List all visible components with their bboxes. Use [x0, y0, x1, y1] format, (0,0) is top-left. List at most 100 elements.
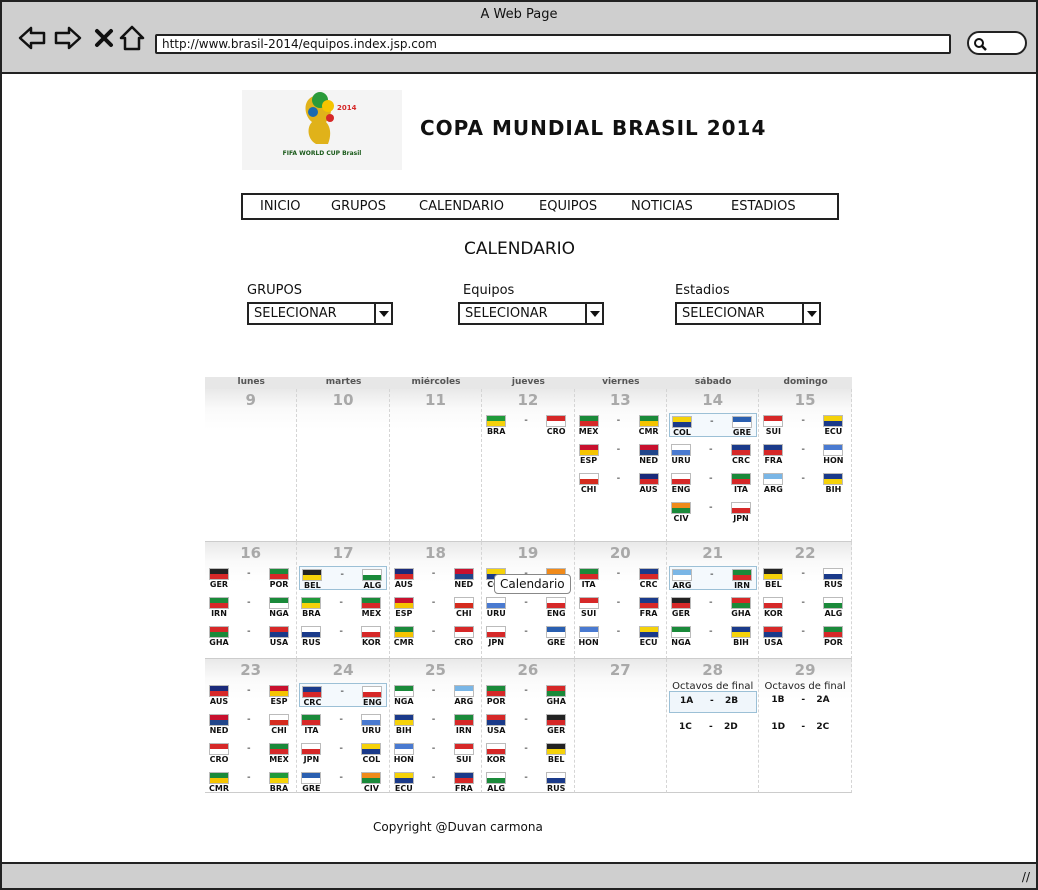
- calendar-day-cell[interactable]: 9: [205, 389, 298, 542]
- nav-inicio[interactable]: INICIO: [260, 199, 301, 214]
- match-row[interactable]: GER POR -: [207, 566, 295, 590]
- calendar-day-cell[interactable]: 11: [389, 389, 483, 542]
- calendar-day-cell[interactable]: 25 NGA ARG - BIH IRN - HON SUI - ECU FRA -: [389, 659, 483, 794]
- calendar-day-cell[interactable]: 13 MEX CMR - ESP NED - CHI AUS -: [574, 389, 667, 542]
- match-row[interactable]: KOR ALG -: [761, 595, 849, 619]
- match-row[interactable]: ESP NED -: [577, 442, 665, 466]
- dropdown-arrow-icon[interactable]: [374, 304, 391, 323]
- resize-grip-icon[interactable]: //: [1022, 870, 1030, 884]
- match-row[interactable]: CIV JPN -: [669, 500, 757, 524]
- match-row[interactable]: NGA BIH -: [669, 624, 757, 648]
- dropdown-arrow-icon[interactable]: [585, 304, 602, 323]
- knockout-match[interactable]: 1C - 2D: [669, 718, 757, 740]
- calendar-day-cell[interactable]: 26 POR GHA - USA GER - KOR BEL - ALG RUS -: [482, 659, 575, 794]
- calendar-day-cell[interactable]: 22 BEL RUS - KOR ALG - USA POR -: [759, 542, 852, 659]
- browser-window: A Web Page http://www.brasil-2014/equipo…: [0, 0, 1038, 890]
- home-icon[interactable]: [118, 24, 146, 52]
- match-row[interactable]: SUI ECU -: [761, 413, 849, 437]
- back-arrow-icon[interactable]: [18, 24, 46, 52]
- match-row[interactable]: HON ECU -: [577, 624, 665, 648]
- match-row[interactable]: ECU FRA -: [392, 770, 480, 794]
- calendar-day-cell[interactable]: 10: [297, 389, 390, 542]
- match-row[interactable]: ARG BIH -: [761, 471, 849, 495]
- match-row[interactable]: CMR CRO -: [392, 624, 480, 648]
- match-row[interactable]: USA POR -: [761, 624, 849, 648]
- match-row[interactable]: SUI FRA -: [577, 595, 665, 619]
- calendar-day-cell[interactable]: 14 COL GRE - URU CRC - ENG ITA - CIV JPN -: [667, 389, 760, 542]
- versus-dash: -: [616, 597, 621, 608]
- match-row[interactable]: URU ENG -: [484, 595, 572, 619]
- match-row[interactable]: JPN COL -: [299, 741, 387, 765]
- nav-equipos[interactable]: EQUIPOS: [539, 199, 597, 214]
- match-row[interactable]: POR GHA -: [484, 683, 572, 707]
- match-row[interactable]: USA GER -: [484, 712, 572, 736]
- match-row[interactable]: CRO MEX -: [207, 741, 295, 765]
- knockout-match[interactable]: 1D -2C: [761, 718, 849, 740]
- calendar-day-cell[interactable]: 20 ITA CRC - SUI FRA - HON ECU -: [574, 542, 667, 659]
- grupos-select[interactable]: SELECIONAR: [247, 302, 393, 325]
- team-flag-icon: [763, 568, 784, 580]
- nav-noticias[interactable]: NOTICIAS: [631, 199, 693, 214]
- calendar-day-cell[interactable]: 19COLCIV-URUENG-JPNGRE-: [482, 542, 575, 659]
- team-flag-icon: [638, 473, 659, 485]
- estadios-select[interactable]: SELECIONAR: [675, 302, 821, 325]
- calendar-day-cell[interactable]: 17 BEL ALG - BRA MEX - RUS KOR -: [297, 542, 390, 659]
- close-x-icon[interactable]: [90, 24, 118, 52]
- match-row[interactable]: GER GHA -: [669, 595, 757, 619]
- match-row[interactable]: AUS NED -: [392, 566, 480, 590]
- match-row[interactable]: CMR BRA -: [207, 770, 295, 794]
- calendar-day-cell[interactable]: 23 AUS ESP - NED CHI - CRO MEX - CMR BRA -: [205, 659, 298, 794]
- match-row[interactable]: CHI AUS -: [577, 471, 665, 495]
- match-row[interactable]: BRA MEX -: [299, 595, 387, 619]
- team-code: ALG: [824, 609, 843, 618]
- match-row[interactable]: GRE CIV -: [299, 770, 387, 794]
- match-row[interactable]: BIH IRN -: [392, 712, 480, 736]
- match-row[interactable]: COL GRE -: [669, 413, 757, 437]
- calendar-day-cell[interactable]: 21 ARG IRN - GER GHA - NGA BIH -: [667, 542, 760, 659]
- calendar-day-cell[interactable]: 29 Octavos de final 1B -2A 1D -2C: [759, 659, 852, 793]
- match-row[interactable]: URU CRC -: [669, 442, 757, 466]
- match-row[interactable]: ALG RUS -: [484, 770, 572, 794]
- dropdown-arrow-icon[interactable]: [802, 304, 819, 323]
- calendar-day-cell[interactable]: 16 GER POR - IRN NGA - GHA USA -: [205, 542, 298, 659]
- match-row[interactable]: HON SUI -: [392, 741, 480, 765]
- match-row[interactable]: BEL ALG -: [299, 566, 388, 590]
- address-bar[interactable]: http://www.brasil-2014/equipos.index.jsp…: [155, 34, 951, 54]
- match-row[interactable]: GHA USA -: [207, 624, 295, 648]
- nav-grupos[interactable]: GRUPOS: [331, 199, 386, 214]
- match-row[interactable]: KOR BEL -: [484, 741, 572, 765]
- calendar-day-cell[interactable]: 28 Octavos de final 1A -2B 1C -2D: [667, 659, 760, 793]
- match-row[interactable]: ITA URU -: [299, 712, 387, 736]
- forward-arrow-icon[interactable]: [54, 24, 82, 52]
- match-row[interactable]: BEL RUS -: [761, 566, 849, 590]
- match-row[interactable]: NED CHI -: [207, 712, 295, 736]
- team-flag-icon: [269, 743, 289, 755]
- equipos-select[interactable]: SELECIONAR: [458, 302, 604, 325]
- knockout-match[interactable]: 1A - 2B: [669, 691, 757, 713]
- nav-calendario[interactable]: CALENDARIO: [419, 199, 504, 214]
- team-flag-icon: [361, 626, 382, 638]
- calendar-day-cell[interactable]: 24 CRC ENG - ITA URU - JPN COL - GRE CIV -: [297, 659, 390, 794]
- calendar-day-cell[interactable]: 27: [574, 659, 667, 793]
- match-row[interactable]: MEX CMR -: [577, 413, 665, 437]
- match-row[interactable]: ARG IRN -: [669, 566, 757, 590]
- match-row[interactable]: ENG ITA -: [669, 471, 757, 495]
- calendar-day-cell[interactable]: 15 SUI ECU - FRA HON - ARG BIH -: [759, 389, 852, 542]
- match-row[interactable]: AUS ESP -: [207, 683, 295, 707]
- nav-estadios[interactable]: ESTADIOS: [731, 199, 796, 214]
- match-row[interactable]: IRN NGA -: [207, 595, 295, 619]
- match-row[interactable]: ESP CHI -: [392, 595, 480, 619]
- knockout-match[interactable]: 1B -2A: [761, 691, 849, 713]
- match-row[interactable]: FRA HON -: [761, 442, 849, 466]
- match-row[interactable]: CRC ENG -: [299, 683, 388, 707]
- match-row[interactable]: ITA CRC -: [577, 566, 665, 590]
- match-row[interactable]: JPN GRE -: [484, 624, 572, 648]
- match-row[interactable]: NGA ARG -: [392, 683, 480, 707]
- team-code: CIV: [363, 784, 379, 793]
- match-row[interactable]: BRA CRO -: [484, 413, 572, 437]
- day-number: 17: [332, 544, 354, 562]
- calendar-day-cell[interactable]: 18 AUS NED - ESP CHI - CMR CRO -: [389, 542, 483, 659]
- match-row[interactable]: RUS KOR -: [299, 624, 387, 648]
- browser-search-field[interactable]: [967, 31, 1027, 55]
- calendar-day-cell[interactable]: 12 BRA CRO -: [482, 389, 575, 542]
